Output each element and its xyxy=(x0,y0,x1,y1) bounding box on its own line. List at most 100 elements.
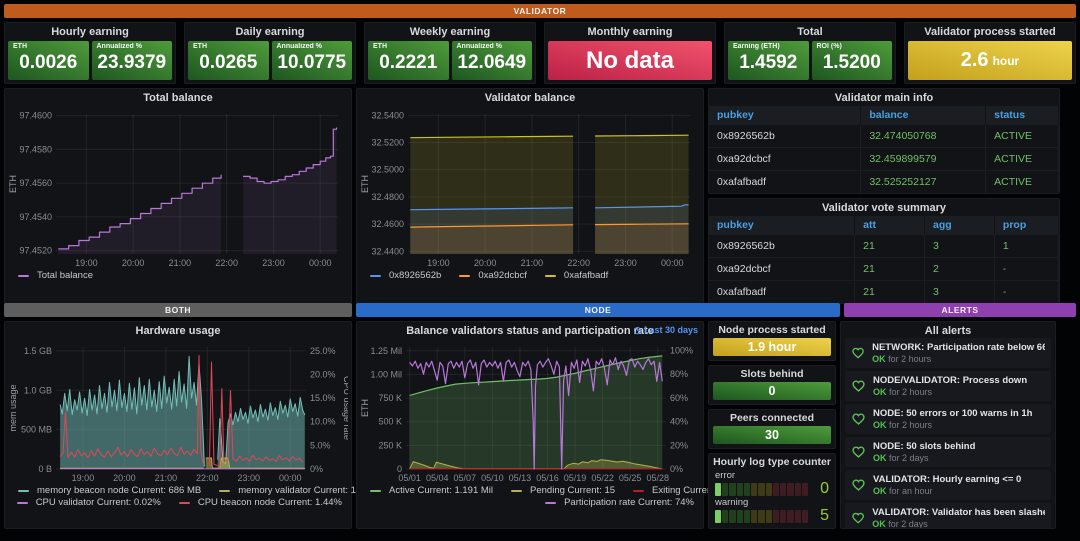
row-header-both[interactable]: BOTH xyxy=(4,303,352,317)
time-range-link[interactable]: ◷ Last 30 days xyxy=(634,325,698,336)
panel-title[interactable]: Validator vote summary xyxy=(709,199,1059,216)
svg-text:500 K: 500 K xyxy=(378,417,402,427)
svg-text:19:00: 19:00 xyxy=(427,258,450,268)
panel-title[interactable]: Monthly earning xyxy=(545,23,715,40)
total-balance-chart[interactable]: 19:0020:0021:0022:0023:0000:0097.452097.… xyxy=(8,106,348,270)
table-header-cell[interactable]: balance xyxy=(861,106,986,125)
log-gauge-cell xyxy=(795,510,801,523)
legend-item[interactable]: Participation rate Current: 74% xyxy=(541,497,694,508)
table-row[interactable]: 0xafafbadf213- xyxy=(709,281,1059,304)
panel-title[interactable]: Validator process started xyxy=(905,23,1075,40)
panel-title[interactable]: Validator main info xyxy=(709,89,1059,106)
heart-icon xyxy=(851,378,866,393)
table-header-cell[interactable]: pubkey xyxy=(709,106,861,125)
alert-item[interactable]: VALIDATOR: Hourly earning <= 0OK for an … xyxy=(845,470,1051,500)
table-row[interactable]: 0xa92dcbcf32.459899579ACTIVE xyxy=(709,148,1059,171)
stat-hourly-annualized: Annualized % 23.9379 xyxy=(92,41,173,80)
cell-pubkey: 0xafafbadf xyxy=(709,281,855,304)
panel-hardware-usage: Hardware usage 19:0020:0021:0022:0023:00… xyxy=(4,321,352,529)
svg-text:05/28: 05/28 xyxy=(646,473,669,483)
alert-item[interactable]: VALIDATOR: Validator has been slashedOK … xyxy=(845,503,1051,528)
cell-value: 32.474050768 xyxy=(861,125,986,148)
svg-text:32.4600: 32.4600 xyxy=(371,219,404,229)
legend-item[interactable]: memory beacon node Current: 686 MB xyxy=(14,485,201,496)
cell-pubkey: 0xa92dcbcf xyxy=(709,258,855,281)
panel-title[interactable]: Hardware usage xyxy=(8,322,348,339)
stat-label: ETH xyxy=(13,43,27,50)
svg-text:ETH: ETH xyxy=(360,399,370,417)
legend-item[interactable]: memory validator Current: 10 MB xyxy=(215,485,378,496)
table-row[interactable]: 0xa92dcbcf212- xyxy=(709,258,1059,281)
table-header-cell[interactable]: att xyxy=(855,216,925,235)
table-header-cell[interactable]: status xyxy=(986,106,1059,125)
panel-title[interactable]: Total balance xyxy=(8,89,348,106)
log-gauge-cell xyxy=(744,510,750,523)
stat-value: No data xyxy=(586,47,674,75)
validator-balance-chart[interactable]: 19:0020:0021:0022:0023:0000:0032.440032.… xyxy=(360,106,700,270)
legend-item[interactable]: 0xa92dcbcf xyxy=(455,270,527,281)
legend-color-dash xyxy=(17,502,28,504)
table-row[interactable]: 0x8926562b32.474050768ACTIVE xyxy=(709,125,1059,148)
panel-title[interactable]: Total xyxy=(725,23,895,40)
row-header-validator[interactable]: VALIDATOR xyxy=(4,4,1076,18)
table-header-cell[interactable]: pubkey xyxy=(709,216,855,235)
panel-title[interactable]: Balance validators status and participat… xyxy=(406,325,654,337)
svg-text:1.0 GB: 1.0 GB xyxy=(24,385,52,395)
svg-text:32.5400: 32.5400 xyxy=(371,110,404,120)
table-row[interactable]: 0x8926562b2131 xyxy=(709,235,1059,258)
cell-pubkey: 0xafafbadf xyxy=(709,171,861,194)
legend-item[interactable]: CPU validator Current: 0.02% xyxy=(13,497,161,508)
legend-item[interactable]: 0x8926562b xyxy=(366,270,441,281)
log-count-value: 0 xyxy=(813,482,829,496)
table-header-cell[interactable]: agg xyxy=(925,216,995,235)
panel-title[interactable]: Validator balance xyxy=(360,89,700,106)
panel-title[interactable]: Hourly earning xyxy=(5,23,175,40)
table-row[interactable]: 0xafafbadf32.525252127ACTIVE xyxy=(709,171,1059,194)
alert-item[interactable]: NODE: 50 slots behindOK for 2 days xyxy=(845,437,1051,467)
legend-item[interactable]: Pending Current: 15 xyxy=(507,485,615,496)
svg-text:20:00: 20:00 xyxy=(122,258,145,268)
panel-title[interactable]: All alerts xyxy=(841,322,1055,337)
cell-pubkey: 0x8926562b xyxy=(709,125,861,148)
panel-title[interactable]: Node process started xyxy=(709,322,835,337)
svg-text:1.5 GB: 1.5 GB xyxy=(24,346,52,356)
balance-validators-chart[interactable]: 05/0105/0405/0705/1005/1305/1605/1905/22… xyxy=(360,339,700,485)
svg-text:19:00: 19:00 xyxy=(72,473,95,483)
log-gauge-cells xyxy=(715,510,808,523)
alert-item[interactable]: NODE/VALIDATOR: Process downOK for 2 hou… xyxy=(845,371,1051,401)
bottom-row: Hardware usage 19:0020:0021:0022:0023:00… xyxy=(4,321,1076,529)
panel-title[interactable]: Slots behind xyxy=(709,366,835,381)
table-header-cell[interactable]: prop xyxy=(994,216,1058,235)
legend-item[interactable]: Total balance xyxy=(14,270,93,281)
log-gauge-cell xyxy=(729,483,735,496)
legend-color-dash xyxy=(370,275,381,277)
log-gauge-cell xyxy=(737,483,743,496)
stats-row: Hourly earning ETH 0.0026 Annualized % 2… xyxy=(4,22,1076,84)
svg-text:0: 0 xyxy=(397,464,402,474)
legend-item[interactable]: Active Current: 1.191 Mil xyxy=(366,485,493,496)
alert-item[interactable]: NODE: 50 errors or 100 warns in 1hOK for… xyxy=(845,404,1051,434)
svg-text:32.4400: 32.4400 xyxy=(371,246,404,256)
legend-item[interactable]: CPU beacon node Current: 1.44% xyxy=(175,497,342,508)
row-header-alerts[interactable]: ALERTS xyxy=(844,303,1076,317)
dashboard: VALIDATOR Hourly earning ETH 0.0026 Annu… xyxy=(4,4,1076,529)
panel-title[interactable]: Peers connected xyxy=(709,410,835,425)
heart-icon xyxy=(851,477,866,492)
log-gauge-cell xyxy=(787,483,793,496)
hardware-usage-chart[interactable]: 19:0020:0021:0022:0023:0000:000 B500 MB1… xyxy=(8,339,348,485)
panel-title[interactable]: Weekly earning xyxy=(365,23,535,40)
cell-value: ACTIVE xyxy=(986,125,1059,148)
cell-value: ACTIVE xyxy=(986,148,1059,171)
alert-item[interactable]: NETWORK: Participation rate below 66%OK … xyxy=(845,338,1051,368)
log-gauge-cell xyxy=(729,510,735,523)
stat-value: 2.6 xyxy=(961,49,989,72)
cell-value: - xyxy=(994,281,1058,304)
panel-title[interactable]: Hourly log type counter xyxy=(709,454,835,469)
row-header-node[interactable]: NODE xyxy=(356,303,840,317)
panel-title[interactable]: Daily earning xyxy=(185,23,355,40)
legend-color-dash xyxy=(18,490,29,492)
alert-title: NODE: 50 slots behind xyxy=(873,441,975,452)
alert-title: NODE: 50 errors or 100 warns in 1h xyxy=(873,408,1032,419)
stat-slots-behind: 0 xyxy=(713,382,831,400)
legend-item[interactable]: 0xafafbadf xyxy=(541,270,608,281)
